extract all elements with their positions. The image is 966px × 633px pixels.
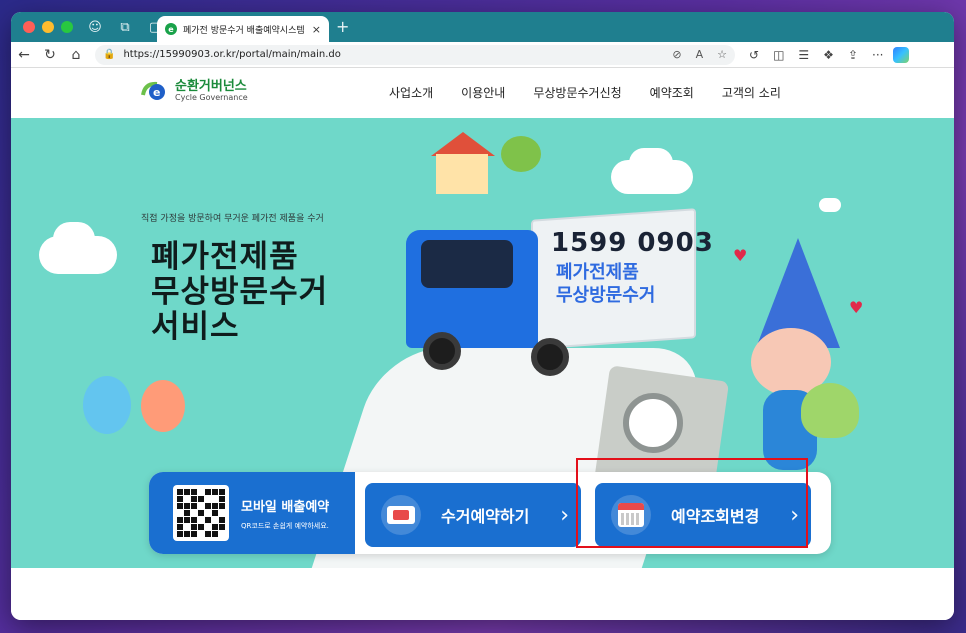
mobile-reservation-panel[interactable]: 모바일 배출예약 QR코드로 손쉽게 예약하세요.	[149, 472, 355, 554]
hero-subtitle: 직접 가정을 방문하여 무거운 폐가전 제품을 수거	[141, 214, 324, 224]
small-character-illustration	[801, 383, 859, 438]
back-button[interactable]: ←	[11, 47, 37, 63]
reservation-check-change-label: 예약조회변경	[671, 507, 760, 526]
chevron-right-icon: ›	[560, 502, 569, 528]
logo-mark-icon: e	[141, 81, 165, 100]
tracking-prevention-icon[interactable]: ⊘	[672, 48, 681, 61]
browser-toolbar: ↺ ◫ ☰ ❖ ⇪ ···	[749, 48, 883, 62]
pickup-reservation-label: 수거예약하기	[441, 507, 530, 526]
more-menu-icon[interactable]: ···	[872, 48, 883, 62]
address-bar-row: ← ↻ ⌂ 🔒 https://15990903.or.kr/portal/ma…	[11, 42, 954, 68]
minimize-window-button[interactable]	[42, 21, 54, 33]
tab-title: 폐가전 방문수거 배출예약시스템	[183, 25, 305, 36]
collections-icon[interactable]: ❖	[823, 48, 834, 62]
share-icon[interactable]: ⇪	[848, 48, 858, 62]
favorite-star-icon[interactable]: ☆	[717, 48, 727, 61]
truck-wheel	[531, 338, 569, 376]
site-header: e 순환거버넌스 Cycle Governance 사업소개 이용안내 무상방문…	[11, 68, 954, 118]
logo-text-english: Cycle Governance	[175, 92, 248, 102]
tab-bar: ☺ ⧉ ▢ e 폐가전 방문수거 배출예약시스템 × +	[11, 12, 954, 42]
copilot-icon[interactable]	[893, 46, 910, 63]
left-character-orange-illustration	[141, 380, 185, 432]
tab-active[interactable]: e 폐가전 방문수거 배출예약시스템 ×	[157, 16, 329, 42]
read-aloud-icon[interactable]: A	[696, 48, 704, 61]
tree-illustration	[501, 136, 541, 172]
heart-icon: ♥	[733, 246, 748, 265]
truck-text-line2: 무상방문수거	[556, 285, 656, 306]
qr-code-icon	[173, 485, 229, 541]
favorites-icon[interactable]: ☰	[798, 48, 809, 62]
hero-title-line: 서비스	[151, 309, 240, 345]
truck-icon	[381, 495, 421, 535]
nav-item-reservation-lookup[interactable]: 예약조회	[650, 84, 694, 101]
nav-item-about[interactable]: 사업소개	[389, 84, 433, 101]
site-logo[interactable]: e 순환거버넌스 Cycle Governance	[139, 79, 248, 103]
hero-title-line: 무상방문수거	[151, 274, 329, 310]
washing-machine-door	[623, 393, 683, 453]
home-button[interactable]: ⌂	[63, 47, 89, 63]
truck-window	[421, 240, 513, 288]
hero-title: 폐가전제품 무상방문수거 서비스	[151, 240, 328, 345]
nav-item-customer-voice[interactable]: 고객의 소리	[722, 84, 781, 101]
nav-item-guide[interactable]: 이용안내	[461, 84, 505, 101]
house-roof-illustration	[431, 132, 495, 156]
url-text: https://15990903.or.kr/portal/main/main.…	[123, 49, 341, 60]
url-field[interactable]: 🔒 https://15990903.or.kr/portal/main/mai…	[95, 44, 735, 65]
quick-menu: 모바일 배출예약 QR코드로 손쉽게 예약하세요. 수거예약하기 › 예약조회변…	[149, 472, 831, 554]
calendar-icon	[611, 495, 651, 535]
left-character-blue-illustration	[83, 376, 131, 434]
split-screen-icon[interactable]: ◫	[773, 48, 784, 62]
logo-text-korean: 순환거버넌스	[175, 78, 247, 94]
url-field-actions: ⊘ A ☆	[672, 48, 727, 61]
browser-window: ☺ ⧉ ▢ e 폐가전 방문수거 배출예약시스템 × + ← ↻ ⌂ 🔒 htt…	[11, 12, 954, 620]
site-favicon-icon: e	[165, 23, 177, 35]
refresh-extension-icon[interactable]: ↺	[749, 48, 759, 62]
truck-wheel	[423, 332, 461, 370]
maximize-window-button[interactable]	[61, 21, 73, 33]
hero-title-line: 폐가전제품	[151, 239, 299, 275]
svg-text:e: e	[153, 86, 160, 99]
close-window-button[interactable]	[23, 21, 35, 33]
lock-icon: 🔒	[103, 49, 116, 60]
main-navigation: 사업소개 이용안내 무상방문수거신청 예약조회 고객의 소리	[389, 84, 809, 101]
mobile-reservation-subtitle: QR코드로 손쉽게 예약하세요.	[241, 521, 329, 530]
cloud-decoration	[629, 148, 673, 178]
house-illustration	[436, 154, 488, 194]
window-controls	[23, 21, 73, 33]
tab-close-icon[interactable]: ×	[312, 23, 321, 36]
cloud-decoration	[819, 198, 841, 212]
new-tab-button[interactable]: +	[336, 17, 349, 36]
nav-item-apply[interactable]: 무상방문수거신청	[533, 84, 621, 101]
chevron-right-icon: ›	[790, 502, 799, 528]
workspaces-icon[interactable]: ⧉	[117, 20, 133, 35]
cloud-decoration	[53, 222, 95, 256]
profile-icon[interactable]: ☺	[87, 20, 103, 35]
mobile-reservation-title: 모바일 배출예약	[241, 499, 330, 515]
heart-icon: ♥	[849, 298, 864, 317]
truck-phone-number: 1599 0903	[551, 228, 714, 258]
pickup-reservation-button[interactable]: 수거예약하기 ›	[365, 483, 581, 547]
reload-button[interactable]: ↻	[37, 47, 63, 63]
reservation-check-change-button[interactable]: 예약조회변경 ›	[595, 483, 811, 547]
